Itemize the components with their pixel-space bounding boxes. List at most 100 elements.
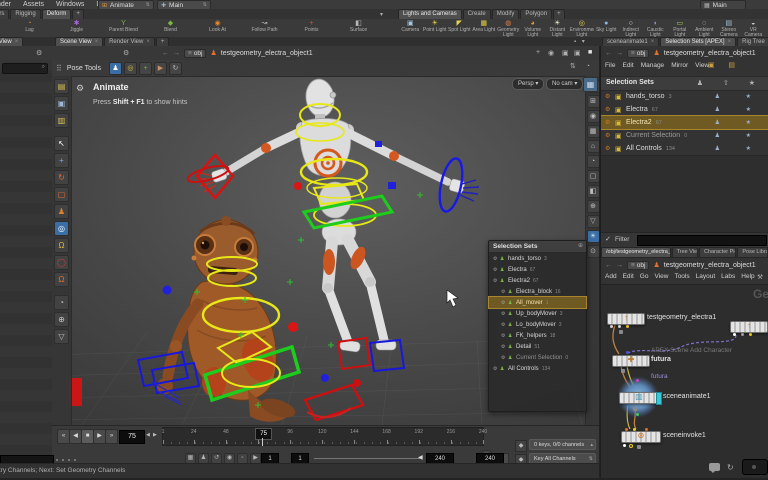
lighting-icon[interactable]: ☀ [587, 230, 600, 243]
shelf-tool-sky-light[interactable]: ●Sky Light [594, 19, 619, 37]
right-pane-tab-rig-tree[interactable]: Rig Tree× [737, 37, 768, 46]
node-sceneanimate1[interactable]: ▥ [619, 392, 659, 404]
network-menu-tools[interactable]: Tools [674, 273, 689, 280]
gear-icon[interactable]: ⚙ [501, 344, 508, 350]
shelf-tool-stereo-camera[interactable]: ▤Stereo Camera [717, 19, 742, 37]
pivot-icon[interactable]: ◉ [587, 110, 600, 123]
gear-icon[interactable]: ⚙ [605, 119, 615, 126]
shelf-tool-point-light[interactable]: ☀Point Light [423, 19, 448, 37]
playhead[interactable]: 75 [255, 428, 272, 440]
network-menu-go[interactable]: Go [640, 273, 649, 280]
camera-persp-pill[interactable]: Persp ▾ [512, 78, 544, 90]
gear-icon[interactable]: ⚙ [605, 106, 615, 113]
shelf-tool-environment-light[interactable]: ◎Environment Light [570, 19, 595, 37]
current-node-path[interactable]: testgeometry_electra_object1 [664, 50, 756, 57]
node-label[interactable]: futura [651, 356, 671, 363]
comment-bubble-icon[interactable] [709, 463, 720, 471]
range-slider-handle[interactable]: ◀ [418, 454, 423, 461]
context-chip[interactable]: ≡obj [627, 49, 649, 58]
tree-search-input[interactable]: ⌕ [2, 63, 48, 74]
gear-icon[interactable]: ⚙ [493, 278, 500, 284]
selection-set-electra2[interactable]: ⚙▣Electra267♟ ★ [601, 116, 768, 129]
selection-set-electra-block[interactable]: ⚙♟Electra_block16 [489, 286, 586, 297]
network-editor[interactable]: Geo ↑ testgeometry_electra1 ↑ APEX Scene… [601, 284, 768, 478]
viewport-pane-tab-render-view[interactable]: Render View× [104, 37, 155, 46]
camera-thumbnail-icon[interactable]: ▦ [583, 77, 598, 92]
snap-options-icon[interactable]: ▦ [587, 125, 600, 138]
shelf-tool-portal-light[interactable]: ▭Portal Light [668, 19, 693, 37]
snap-circle-icon[interactable]: ◉ [548, 49, 554, 57]
shelf-tool-volume-light[interactable]: ◕Volume Light [521, 19, 546, 37]
jump-end-button[interactable]: » [105, 429, 118, 444]
selection-set-lo-bodymover[interactable]: ⚙♟Lo_bodyMover3 [489, 319, 586, 330]
gear-icon[interactable]: ⚙ [501, 311, 508, 317]
wireframe-icon[interactable]: ⊕ [587, 200, 600, 213]
selection-set-electra[interactable]: ⚙▣Electra67♟ ★ [601, 103, 768, 116]
header-action-icons[interactable]: ♟ ⇧ ★ [697, 79, 764, 87]
selection-set-detail[interactable]: ⚙♟Detail51 [489, 341, 586, 352]
motion-path-icon[interactable]: ▶ [154, 62, 167, 75]
character-pose-icon[interactable]: ♟ [109, 62, 122, 75]
back-icon[interactable]: ← [605, 262, 612, 269]
gear-icon[interactable]: ⚙ [493, 267, 500, 273]
shelf-tool-spot-light[interactable]: ◤Spot Light [447, 19, 472, 37]
shelf-new-tab[interactable]: + [553, 9, 565, 19]
info-icon[interactable]: ⊙ [587, 245, 600, 258]
gear-icon[interactable]: ⚙ [605, 132, 615, 139]
filter-check-icon[interactable]: ✓ [605, 235, 611, 243]
pose-copy-icon[interactable]: ▣ [54, 96, 69, 111]
selection-set-electra[interactable]: ⚙♟Electra67 [489, 264, 586, 275]
gear-icon[interactable]: ⚙ [501, 289, 508, 295]
shelf-tool-area-light[interactable]: ▦Area Light [472, 19, 497, 37]
spinner-icon[interactable]: ⇅ [146, 2, 150, 8]
menu-render[interactable]: Render [0, 0, 12, 9]
tab-close-icon[interactable]: × [95, 39, 99, 46]
keys-summary-button[interactable]: 0 keys, 0/0 channels▴ [529, 439, 596, 450]
node-futura[interactable]: ✚ [612, 355, 650, 367]
handles-tool-icon[interactable]: ◎ [54, 221, 69, 236]
selection-sets-menu-edit[interactable]: Edit [622, 62, 633, 69]
shelf-tab-create[interactable]: Create [463, 9, 491, 19]
selection-set-hands-torso[interactable]: ⚙▣hands_torso3♟ ★ [601, 90, 768, 103]
panel-divider[interactable] [599, 46, 600, 478]
filter-input[interactable] [637, 235, 767, 246]
gear-icon[interactable]: ⚙ [501, 300, 508, 306]
right-pane-tab-selection-sets-apex-[interactable]: Selection Sets [APEX]× [660, 37, 736, 46]
shelf-tool-caustic-light[interactable]: ◗Caustic Light [643, 19, 668, 37]
range-slider[interactable] [314, 458, 420, 459]
forward-icon[interactable]: → [616, 50, 623, 57]
selection-sets-menu-manage[interactable]: Manage [641, 62, 665, 69]
gear-icon[interactable]: ⚙ [501, 322, 508, 328]
viewport-gear-icon[interactable]: ⚙ [123, 49, 129, 57]
shelf-tool-blend[interactable]: ◆Blend [147, 19, 194, 37]
network-badge[interactable] [742, 459, 768, 475]
gear-icon[interactable]: ⚙ [605, 93, 615, 100]
viewport-pane-controls[interactable]: ▪ ▾ [574, 38, 587, 45]
orbit-tool-icon[interactable]: ◔ [54, 295, 69, 310]
layout-a-icon[interactable]: ▣ [562, 49, 569, 57]
selection-set-electra2[interactable]: ⚙♟Electra267 [489, 275, 586, 286]
shelf-tool-follow-path[interactable]: ↝Follow Path [241, 19, 288, 37]
translate-tool-icon[interactable]: + [54, 153, 69, 168]
current-node-path[interactable]: testgeometry_electra_object1 [664, 262, 756, 269]
node-label[interactable]: sceneinvoke1 [663, 432, 706, 439]
forward-icon[interactable]: → [616, 262, 623, 269]
shelf-tab-modify[interactable]: Modify [492, 9, 520, 19]
shelf-new-tab[interactable]: + [72, 9, 84, 19]
selection-sets-floating-panel[interactable]: Selection Sets ⊕ ⚙♟hands_torso3⚙♟Electra… [488, 240, 587, 412]
selection-set-current-selection[interactable]: ⚙▣Current Selection0♟ ★ [601, 129, 768, 142]
selection-set-all-controls[interactable]: ⚙▣All Controls134♟ ★ [601, 142, 768, 155]
tumble-view-icon[interactable]: ◔ [587, 155, 600, 168]
refresh-icon[interactable]: ↻ [727, 463, 734, 472]
pose-paste-icon[interactable]: ▥ [54, 113, 69, 128]
node-label[interactable]: testgeometry_electra1 [647, 314, 716, 321]
network-menu-view[interactable]: View [654, 273, 668, 280]
selection-set-up-bodymover[interactable]: ⚙♟Up_bodyMover3 [489, 308, 586, 319]
selection-sets-menu-icons[interactable]: ▣ ▤ [708, 61, 741, 69]
shelf-tab-deform[interactable]: Deform [42, 9, 72, 19]
tab-close-icon[interactable]: × [15, 39, 19, 46]
row-action-icons[interactable]: ♟ ★ [715, 119, 763, 126]
drag-grip-icon[interactable]: ⠿ [56, 64, 62, 73]
pan-tool-icon[interactable]: ⊕ [54, 312, 69, 327]
network-menu-edit[interactable]: Edit [623, 273, 634, 280]
